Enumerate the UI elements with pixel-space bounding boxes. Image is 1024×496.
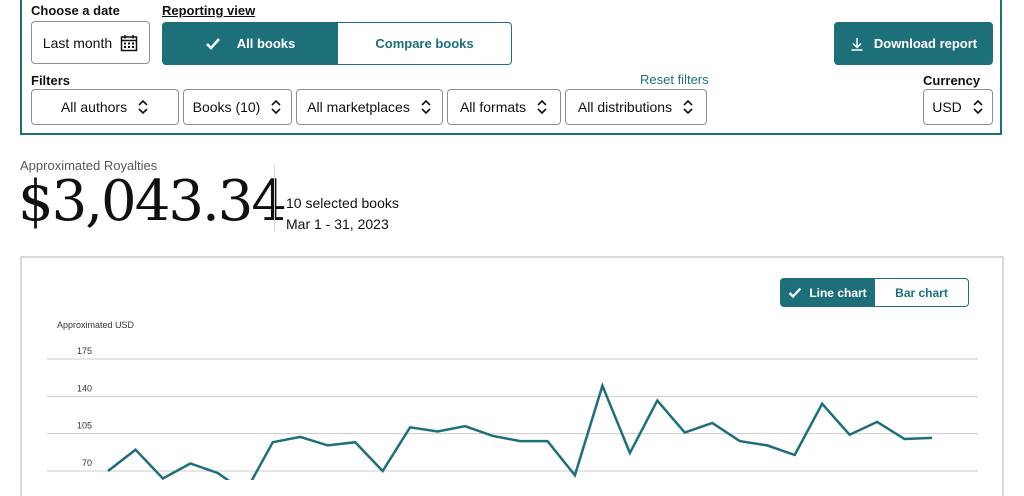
bar-chart-toggle[interactable]: Bar chart — [875, 278, 969, 307]
y-tick-label: 105 — [77, 421, 92, 431]
series-line — [107, 381, 933, 480]
y-tick-label: 140 — [77, 383, 92, 393]
y-tick-label: 175 — [77, 346, 92, 356]
y-axis-title: Approximated USD — [57, 320, 135, 330]
check-icon — [788, 287, 802, 298]
line-chart-label: Line chart — [809, 285, 867, 300]
royalties-line-chart: Approximated USD 70 105 140 175 — [47, 320, 978, 480]
line-chart-toggle[interactable]: Line chart — [780, 278, 875, 307]
bar-chart-label: Bar chart — [895, 285, 948, 300]
y-tick-label: 70 — [82, 458, 92, 468]
